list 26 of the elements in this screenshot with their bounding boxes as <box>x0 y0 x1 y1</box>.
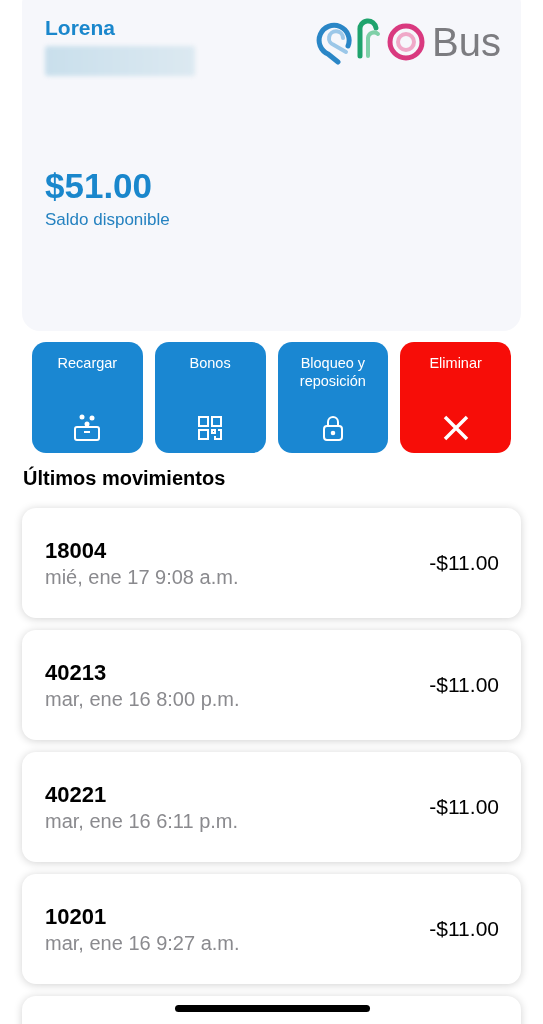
action-button[interactable]: Bonos <box>154 342 266 453</box>
transaction-card[interactable]: 40213 mar, ene 16 8:00 p.m. -$11.00 <box>22 630 521 740</box>
route-number: 18004 <box>45 537 108 564</box>
transaction-card[interactable]: 40221 mar, ene 16 6:11 p.m. -$11.00 <box>22 752 521 862</box>
action-button[interactable]: Bloqueo y reposición <box>277 342 389 453</box>
transaction-card[interactable]: 18004 mié, ene 17 9:08 a.m. -$11.00 <box>22 508 521 618</box>
transaction-amount: -$11.00 <box>429 673 499 697</box>
balance-amount: $51.00 <box>45 166 154 206</box>
transaction-amount: -$11.00 <box>429 917 499 941</box>
balance-label: Saldo disponible <box>45 210 171 230</box>
transaction-date: mar, ene 16 9:27 a.m. <box>45 931 240 955</box>
route-number: 10201 <box>45 903 108 930</box>
transaction-date: mié, ene 17 9:08 a.m. <box>45 565 239 589</box>
user-name: Lorena <box>45 16 116 40</box>
logo-text: Bus <box>432 19 501 65</box>
transaction-card[interactable]: 10201 mar, ene 16 9:27 a.m. -$11.00 <box>22 874 521 984</box>
section-title: Últimos movimientos <box>23 467 227 490</box>
transaction-amount: -$11.00 <box>429 795 499 819</box>
route-number: 40213 <box>45 659 108 686</box>
transaction-date: mar, ene 16 8:00 p.m. <box>45 687 240 711</box>
delete-button[interactable]: Eliminar <box>400 342 511 453</box>
hand-coins-icon <box>72 413 103 443</box>
transaction-date: mar, ene 16 6:11 p.m. <box>45 809 239 833</box>
action-button[interactable]: Recargar <box>32 342 143 453</box>
route-number: 40221 <box>45 781 108 808</box>
transaction-amount: -$11.00 <box>429 551 499 575</box>
